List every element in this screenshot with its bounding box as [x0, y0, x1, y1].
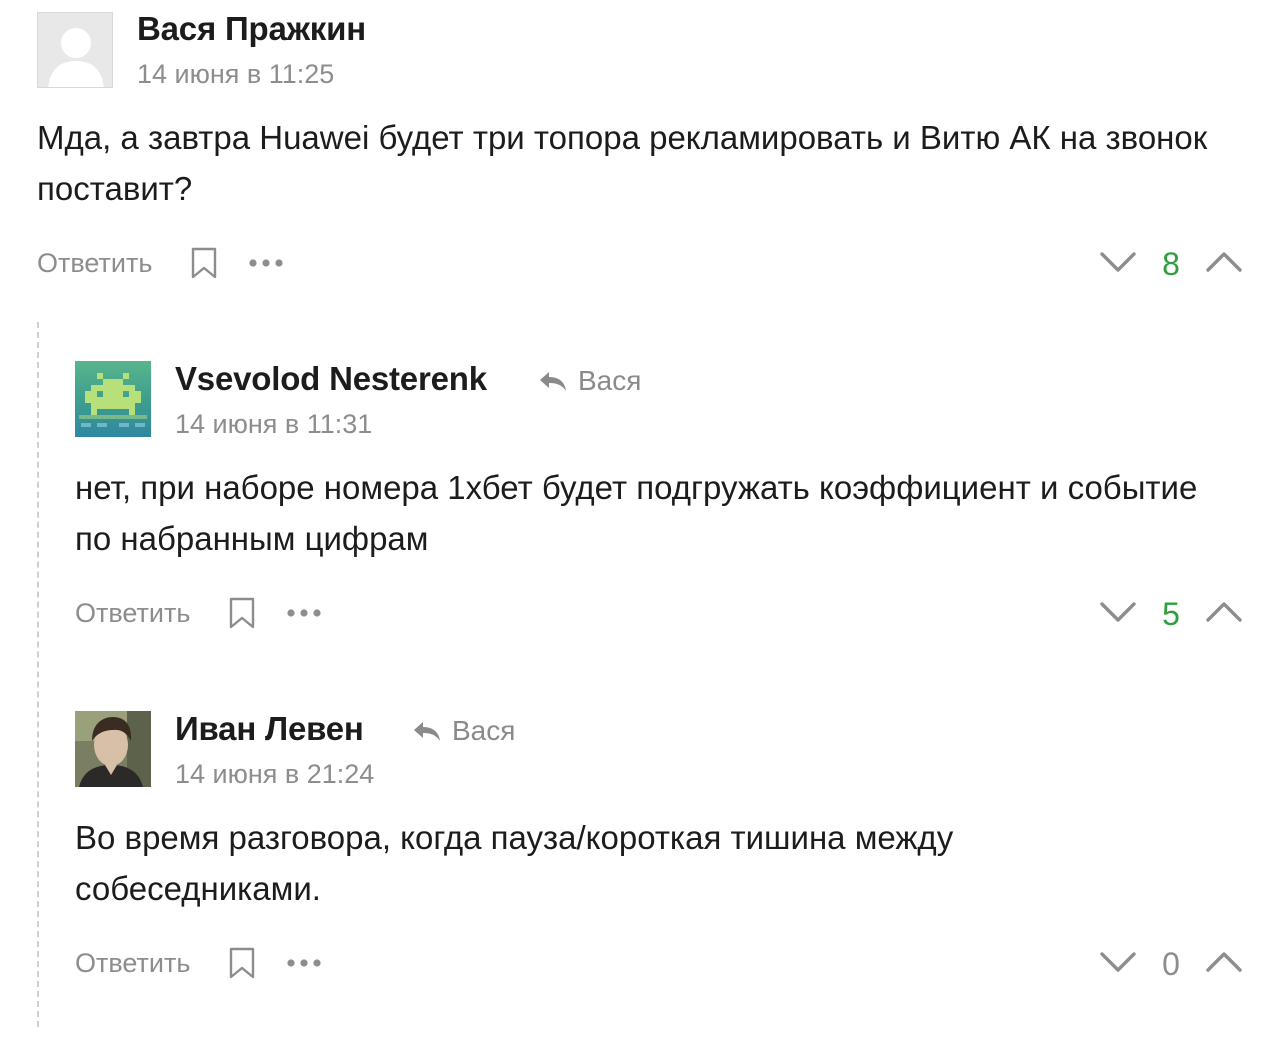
author-name[interactable]: Вася Пражкин	[137, 10, 366, 48]
vote-score: 0	[1162, 945, 1180, 982]
vote-control: 8	[1100, 239, 1242, 289]
bookmark-icon[interactable]	[190, 247, 218, 279]
downvote-icon[interactable]	[1100, 601, 1136, 628]
comment-date: 14 июня в 21:24	[175, 759, 375, 789]
comment-actions: Ответить	[75, 938, 352, 988]
more-icon[interactable]	[248, 258, 284, 268]
upvote-icon[interactable]	[1206, 951, 1242, 978]
bookmark-icon[interactable]	[228, 597, 256, 629]
reply-to-name: Вася	[452, 715, 516, 746]
comment-text: Во время разговора, когда пауза/короткая…	[75, 819, 954, 907]
reply-arrow-icon	[412, 720, 442, 742]
comment-actions: Ответить	[75, 588, 352, 638]
default-user-avatar-icon	[38, 13, 112, 87]
comment-text: Мда, а завтра Huawei будет три топора ре…	[37, 119, 1208, 207]
vote-control: 0	[1100, 939, 1242, 989]
thread-line	[37, 322, 39, 1027]
comment-text: нет, при наборе номера 1хбет будет подгр…	[75, 469, 1198, 557]
downvote-icon[interactable]	[1100, 251, 1136, 278]
reply-to[interactable]: Вася	[412, 715, 515, 747]
downvote-icon[interactable]	[1100, 951, 1136, 978]
bookmark-icon[interactable]	[228, 947, 256, 979]
vote-control: 5	[1100, 589, 1242, 639]
more-icon[interactable]	[286, 608, 322, 618]
avatar[interactable]	[75, 361, 151, 437]
avatar[interactable]	[75, 711, 151, 787]
comment-actions: Ответить	[37, 238, 314, 288]
author-name[interactable]: Иван Левен	[175, 710, 364, 748]
reply-to-name: Вася	[578, 365, 642, 396]
author-name[interactable]: Vsevolod Nesterenk	[175, 360, 487, 398]
vote-score: 8	[1162, 245, 1180, 282]
reply-button[interactable]: Ответить	[75, 948, 190, 979]
upvote-icon[interactable]	[1206, 601, 1242, 628]
space-invader-avatar-icon	[75, 361, 151, 437]
upvote-icon[interactable]	[1206, 251, 1242, 278]
comment-date: 14 июня в 11:31	[175, 409, 373, 439]
comment-date: 14 июня в 11:25	[137, 59, 335, 89]
vote-score: 5	[1162, 595, 1180, 632]
avatar[interactable]	[37, 12, 113, 88]
reply-button[interactable]: Ответить	[75, 598, 190, 629]
reply-button[interactable]: Ответить	[37, 248, 152, 279]
reply-arrow-icon	[538, 370, 568, 392]
photo-avatar-icon	[75, 711, 151, 787]
reply-to[interactable]: Вася	[538, 365, 641, 397]
more-icon[interactable]	[286, 958, 322, 968]
